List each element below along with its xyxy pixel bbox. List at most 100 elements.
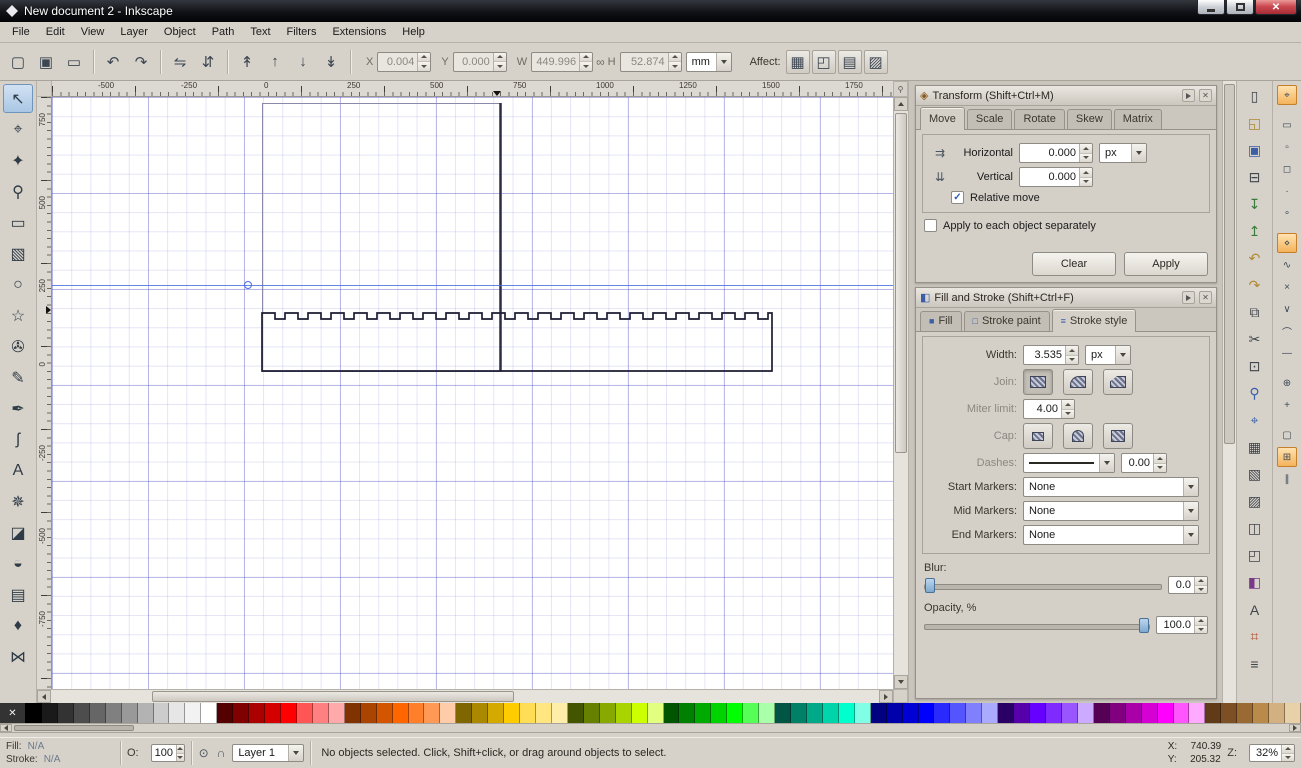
swatch-800000[interactable] [233,703,250,723]
swatch-0000aa[interactable] [886,703,903,723]
text-tool[interactable]: A [3,456,33,485]
vertical-ruler[interactable]: 750 500 250 0 -250 -500 -750 [37,97,52,689]
canvas-top-right-corner[interactable]: ⚲ [893,81,908,97]
swatch-1a1a1a[interactable] [41,703,58,723]
cut-button[interactable]: ✂ [1242,326,1268,353]
stroke-width-input[interactable]: 3.535 [1023,345,1079,365]
swatch-7d4f24[interactable] [1221,703,1238,723]
swatch-ff5555[interactable] [296,703,313,723]
swatch-b3b3b3[interactable] [137,703,154,723]
swatch-d3b07f[interactable] [1269,703,1286,723]
scroll-left-arrow[interactable] [37,690,51,703]
group-button[interactable]: ◫ [1242,515,1268,542]
swatch-80ffe6[interactable] [854,703,871,723]
blur-slider[interactable] [924,577,1162,593]
ellipse-tool[interactable]: ○ [3,270,33,299]
palette-scroll-right[interactable] [1289,724,1301,732]
rotate-90-ccw-button[interactable]: ↶ [100,49,126,75]
swatch-ffcc00[interactable] [504,703,521,723]
layer-visibility-icon[interactable]: ⊙ [199,746,209,760]
join-round-button[interactable] [1063,369,1093,395]
document-save-button[interactable]: ▣ [1242,137,1268,164]
swatch-d4aa00[interactable] [488,703,505,723]
swatch-ffe680[interactable] [536,703,552,723]
connector-tool[interactable]: ⋈ [3,642,33,671]
select-all-button[interactable]: ▢ [5,49,31,75]
selector-tool[interactable]: ↖ [3,84,33,113]
swatch-0000ff[interactable] [918,703,935,723]
palette-scroll-thumb[interactable] [14,725,134,731]
minimize-button[interactable] [1197,0,1225,15]
transform-panel-header[interactable]: ◈ Transform (Shift+Ctrl+M) ✕ [916,86,1216,106]
menu-edit[interactable]: Edit [38,23,73,41]
swatch-aaffaa[interactable] [759,703,776,723]
snap-nodes-toggle[interactable]: ⋄ [1277,233,1297,253]
menu-object[interactable]: Object [156,23,204,41]
miter-limit-input[interactable]: 4.00 [1023,399,1075,419]
palette-scrollbar[interactable] [0,723,1301,733]
opacity-slider-thumb[interactable] [1139,617,1149,633]
swatch-aad400[interactable] [615,703,632,723]
zoom-drawing-button[interactable]: ⚲ [1242,380,1268,407]
opacity-slider[interactable] [924,617,1150,633]
snap-bbox-toggle[interactable]: ▭ [1277,115,1297,135]
layer-selector-combo[interactable]: Layer 1 [232,744,305,762]
blur-slider-thumb[interactable] [925,577,935,593]
swatch-9955ff[interactable] [1061,703,1078,723]
move-unit-combo[interactable]: px [1099,143,1147,163]
y-spinner[interactable] [492,52,506,71]
undo-button[interactable]: ↶ [1242,245,1268,272]
vscroll-thumb[interactable] [895,113,907,453]
horizontal-input[interactable]: 0.000 [1019,143,1093,163]
menu-path[interactable]: Path [204,23,243,41]
document-open-button[interactable]: ◱ [1242,110,1268,137]
bucket-tool[interactable]: ◒ [3,549,33,578]
eraser-tool[interactable]: ◪ [3,518,33,547]
swatch-aa4400[interactable] [360,703,377,723]
swatch-2b0066[interactable] [998,703,1015,723]
swatch-b98a49[interactable] [1253,703,1270,723]
swatch-5500aa[interactable] [1014,703,1031,723]
swatch-445500[interactable] [567,703,584,723]
canvas-horizontal-scrollbar[interactable] [37,689,893,703]
bbox-edges-toggle[interactable]: ▫ [1277,137,1297,157]
scale-rounded-corners-toggle[interactable]: ◰ [811,49,836,74]
dock-scroll-thumb[interactable] [1224,84,1235,444]
scroll-down-arrow[interactable] [894,675,908,689]
raise-to-top-button[interactable]: ↟ [234,49,260,75]
lower-button[interactable]: ↓ [290,49,316,75]
text-dialog-button[interactable]: A [1242,596,1268,623]
redo-button[interactable]: ↷ [1242,272,1268,299]
end-markers-combo[interactable]: None [1023,525,1199,545]
menu-help[interactable]: Help [394,23,433,41]
swatch-00ffcc[interactable] [838,703,855,723]
deselect-button[interactable]: ▭ [61,49,87,75]
rotate-90-cw-button[interactable]: ↷ [128,49,154,75]
swatch-9a6a33[interactable] [1237,703,1254,723]
dropper-tool[interactable]: ♦ [3,611,33,640]
document-new-button[interactable]: ▯ [1242,83,1268,110]
swatch-ff7f2a[interactable] [408,703,425,723]
swatch-ffaaff[interactable] [1189,703,1206,723]
apply-each-checkbox[interactable] [924,219,937,232]
swatch-005500[interactable] [663,703,680,723]
join-bevel-button[interactable] [1103,369,1133,395]
cap-square-button[interactable] [1103,423,1133,449]
height-input[interactable]: 52.874 [619,51,682,72]
duplicate-button[interactable]: ▦ [1242,434,1268,461]
guide-anchor[interactable] [244,281,252,289]
stroke-width-unit-combo[interactable]: px [1085,345,1131,365]
swatch-0000d4[interactable] [902,703,919,723]
width-spinner[interactable] [579,52,593,71]
tab-move[interactable]: Move [920,107,965,130]
line-midpoints-toggle[interactable]: — [1277,343,1297,363]
snap-page-border-toggle[interactable]: ▢ [1277,425,1297,445]
tweak-tool[interactable]: ✦ [3,146,33,175]
swatch-e8d0a9[interactable] [1285,703,1301,723]
swatch-550055[interactable] [1093,703,1110,723]
swatch-806600[interactable] [456,703,473,723]
bezier-tool[interactable]: ✒ [3,394,33,423]
zoom-input[interactable]: 32% [1249,744,1295,762]
swatch-ff8080[interactable] [312,703,329,723]
bbox-corners-toggle[interactable]: ◻ [1277,159,1297,179]
